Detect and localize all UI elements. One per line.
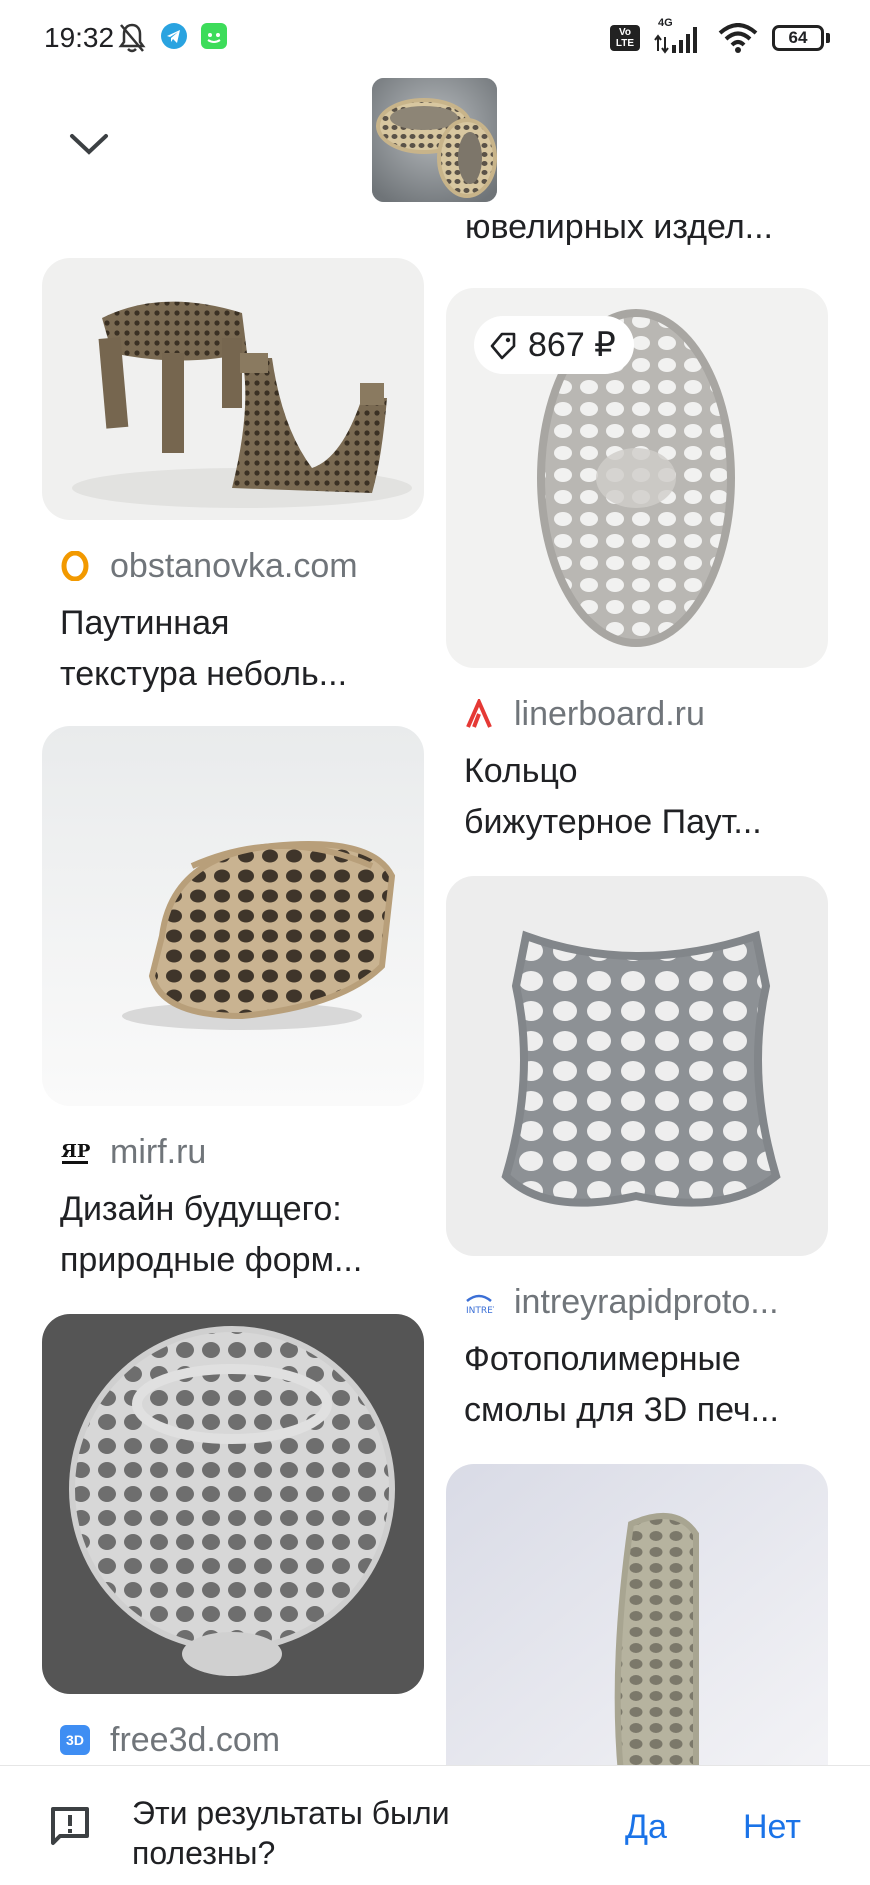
svg-text:INTREY: INTREY [466, 1306, 494, 1316]
feedback-icon [51, 1807, 89, 1845]
result-card[interactable]: ЯР mirf.ru Дизайн будущего: природные фо… [42, 726, 424, 1286]
result-card[interactable]: obstanovka.com Паутинная текстура неболь… [42, 258, 424, 700]
result-image[interactable] [42, 258, 424, 520]
result-title[interactable]: Дизайн будущего: природные форм... [60, 1184, 410, 1286]
status-bar: 19:32 Vo LTE 4G 64 [0, 0, 870, 76]
result-source[interactable]: intreyrapidproto... [514, 1283, 814, 1322]
collapse-button[interactable] [60, 115, 118, 173]
battery-icon: 64 [772, 25, 830, 51]
feedback-bar: Эти результаты были полезны? Да Нет [0, 1765, 870, 1885]
result-title[interactable]: Фотополимерные смолы для 3D печ... [464, 1334, 814, 1436]
result-image[interactable]: 867 ₽ [446, 288, 828, 668]
result-source[interactable]: free3d.com [110, 1721, 410, 1760]
orange-ring-icon [60, 551, 90, 581]
result-image[interactable] [42, 1314, 424, 1694]
red-lambda-icon [464, 699, 494, 729]
intrey-logo-icon: INTREY [464, 1287, 494, 1317]
chevron-down-icon [70, 134, 108, 155]
result-card[interactable]: 867 ₽ linerboard.ru Кольцо бижутерное Па… [446, 288, 828, 848]
result-title[interactable]: Паутинная текстура неболь... [60, 598, 410, 700]
result-source[interactable]: mirf.ru [110, 1133, 410, 1172]
result-title[interactable]: Кольцо бижутерное Паут... [464, 746, 814, 848]
result-image[interactable] [446, 876, 828, 1256]
feedback-yes-button[interactable]: Да [625, 1808, 667, 1847]
truncated-result-title[interactable]: ювелирных издел... [465, 208, 825, 247]
wifi-icon [718, 23, 758, 53]
result-card[interactable]: INTREY intreyrapidproto... Фотополимерны… [446, 876, 828, 1436]
svg-text:ЯР: ЯР [61, 1141, 90, 1162]
result-image[interactable] [446, 1464, 828, 1774]
price-badge: 867 ₽ [474, 316, 634, 374]
result-card[interactable]: 3D free3d.com [42, 1314, 424, 1760]
price-tag-icon [490, 332, 516, 360]
volte-icon: Vo LTE [610, 25, 640, 51]
free3d-icon: 3D [60, 1725, 90, 1755]
status-time: 19:32 [44, 22, 115, 53]
result-image[interactable] [42, 726, 424, 1106]
telegram-icon [161, 23, 187, 49]
feedback-no-button[interactable]: Нет [743, 1808, 801, 1847]
signal-icon: 4G [654, 17, 704, 55]
feedback-question: Эти результаты были полезны? [132, 1795, 450, 1871]
selected-image-thumbnail[interactable] [372, 78, 497, 202]
mirf-logo-icon: ЯР [60, 1137, 90, 1167]
android-app-icon [201, 23, 227, 49]
result-card[interactable] [446, 1464, 828, 1774]
mute-bell-icon [118, 23, 146, 53]
result-source[interactable]: obstanovka.com [110, 547, 410, 586]
result-source[interactable]: linerboard.ru [514, 695, 814, 734]
